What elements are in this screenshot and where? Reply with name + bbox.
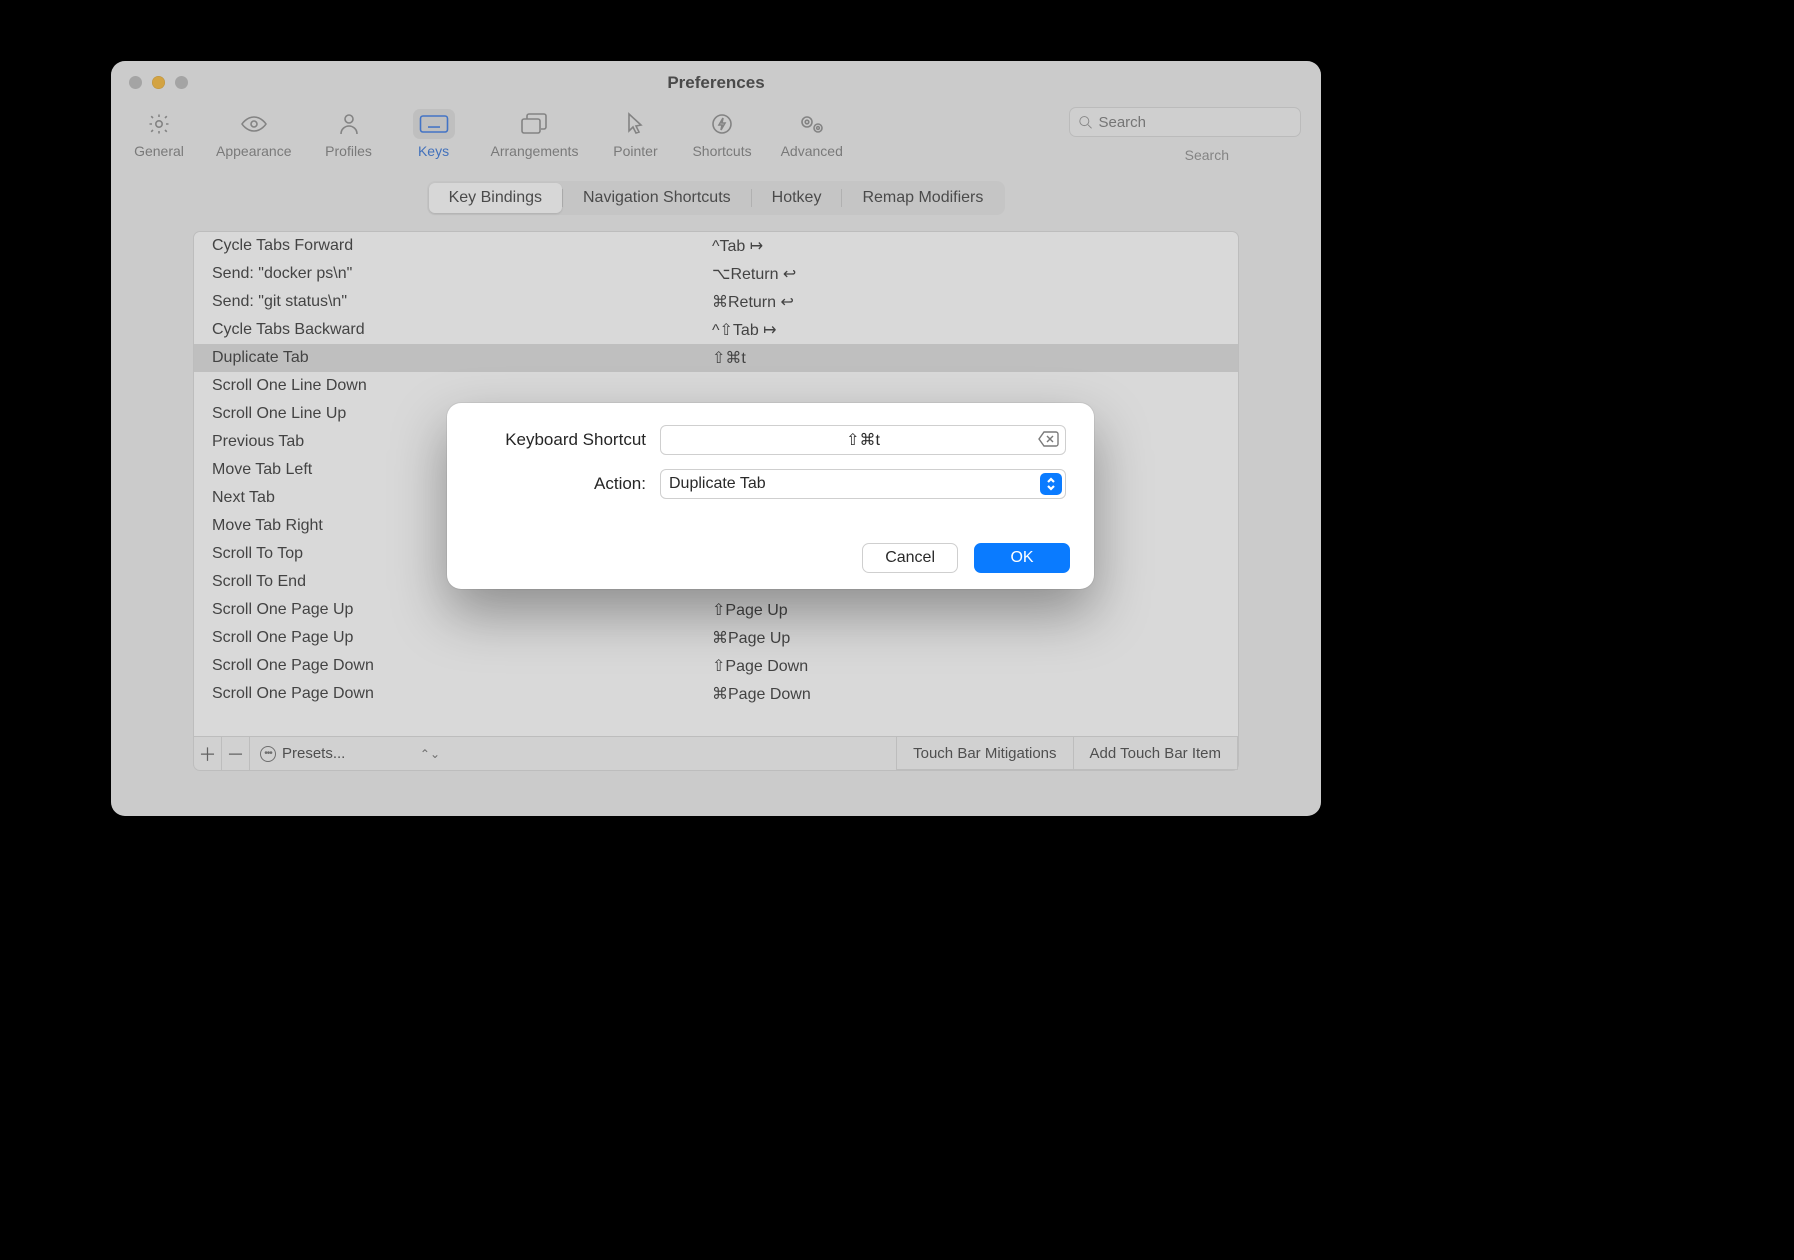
binding-action: Duplicate Tab	[212, 349, 712, 367]
search-hint: Search	[1185, 147, 1229, 163]
remove-binding-button[interactable]: －	[222, 737, 250, 770]
clear-shortcut-icon[interactable]	[1037, 430, 1059, 453]
binding-row[interactable]: Cycle Tabs Backward^⇧Tab ↦	[194, 316, 1238, 344]
binding-action: Scroll One Page Down	[212, 657, 712, 675]
close-window-button[interactable]	[129, 76, 142, 89]
titlebar: Preferences	[111, 61, 1321, 105]
binding-shortcut: ⌘Return ↩	[712, 292, 1220, 312]
binding-shortcut: ^Tab ↦	[712, 236, 1220, 256]
binding-shortcut: ⇧⌘t	[712, 348, 1220, 368]
ok-button[interactable]: OK	[974, 543, 1070, 573]
action-select[interactable]: Duplicate Tab	[660, 469, 1066, 499]
binding-action: Cycle Tabs Forward	[212, 237, 712, 255]
binding-action: Scroll One Page Up	[212, 629, 712, 647]
subtab-key-bindings[interactable]: Key Bindings	[429, 183, 562, 213]
eye-icon	[233, 109, 275, 139]
tab-advanced[interactable]: Advanced	[781, 109, 843, 159]
person-icon	[328, 109, 370, 139]
binding-row[interactable]: Scroll One Page Down⇧Page Down	[194, 652, 1238, 680]
binding-action: Send: "docker ps\n"	[212, 265, 712, 283]
shortcut-field[interactable]: ⇧⌘t	[660, 425, 1066, 455]
touch-bar-mitigations-button[interactable]: Touch Bar Mitigations	[896, 736, 1073, 770]
traffic-lights	[129, 76, 188, 89]
binding-action: Cycle Tabs Backward	[212, 321, 712, 339]
zoom-window-button[interactable]	[175, 76, 188, 89]
gear-icon	[138, 109, 180, 139]
tab-appearance[interactable]: Appearance	[216, 109, 292, 159]
chevron-up-down-icon: ⌃⌄	[420, 747, 440, 761]
ellipsis-icon: •••	[260, 746, 276, 762]
bolt-icon	[701, 109, 743, 139]
presets-dropdown[interactable]: ••• Presets... ⌃⌄	[250, 737, 450, 770]
binding-row[interactable]: Duplicate Tab⇧⌘t	[194, 344, 1238, 372]
add-binding-button[interactable]: ＋	[194, 737, 222, 770]
cancel-button[interactable]: Cancel	[862, 543, 958, 573]
binding-row[interactable]: Send: "docker ps\n"⌥Return ↩	[194, 260, 1238, 288]
binding-shortcut: ⌘Page Down	[712, 684, 1220, 704]
binding-action: Scroll One Line Down	[212, 377, 712, 395]
binding-shortcut: ⌘Page Up	[712, 628, 1220, 648]
binding-action: Scroll One Page Down	[212, 685, 712, 703]
tab-pointer[interactable]: Pointer	[607, 109, 663, 159]
subtab-remap-modifiers[interactable]: Remap Modifiers	[842, 183, 1003, 213]
binding-shortcut: ⌥Return ↩	[712, 264, 1220, 284]
keys-subtabs: Key Bindings Navigation Shortcuts Hotkey…	[111, 181, 1321, 215]
tab-shortcuts[interactable]: Shortcuts	[692, 109, 751, 159]
minimize-window-button[interactable]	[152, 76, 165, 89]
window-title: Preferences	[111, 61, 1321, 93]
preferences-window: Preferences General Appearance Profile	[111, 61, 1321, 816]
tab-arrangements[interactable]: Arrangements	[491, 109, 579, 159]
binding-shortcut: ^⇧Tab ↦	[712, 320, 1220, 340]
subtab-hotkey[interactable]: Hotkey	[752, 183, 842, 213]
search-input[interactable]	[1098, 114, 1292, 131]
list-footer: ＋ － ••• Presets... ⌃⌄ Touch Bar Mitigati…	[193, 737, 1239, 771]
tab-profiles[interactable]: Profiles	[321, 109, 377, 159]
tab-keys[interactable]: Keys	[406, 109, 462, 159]
gears-icon	[791, 109, 833, 139]
preferences-toolbar: General Appearance Profiles Keys	[111, 105, 1321, 169]
binding-action: Send: "git status\n"	[212, 293, 712, 311]
search-icon	[1078, 114, 1092, 130]
binding-shortcut: ⇧Page Down	[712, 656, 1220, 676]
add-touch-bar-item-button[interactable]: Add Touch Bar Item	[1074, 736, 1238, 770]
binding-row[interactable]: Send: "git status\n"⌘Return ↩	[194, 288, 1238, 316]
tab-general[interactable]: General	[131, 109, 187, 159]
chevron-up-down-icon	[1040, 473, 1062, 495]
shortcut-label: Keyboard Shortcut	[475, 430, 660, 450]
subtab-navigation-shortcuts[interactable]: Navigation Shortcuts	[563, 183, 751, 213]
binding-shortcut: ⇧Page Up	[712, 600, 1220, 620]
binding-row[interactable]: Scroll One Page Down⌘Page Down	[194, 680, 1238, 708]
binding-row[interactable]: Cycle Tabs Forward^Tab ↦	[194, 232, 1238, 260]
windows-icon	[513, 109, 555, 139]
binding-row[interactable]: Scroll One Page Up⇧Page Up	[194, 596, 1238, 624]
binding-row[interactable]: Scroll One Page Up⌘Page Up	[194, 624, 1238, 652]
edit-binding-sheet: Keyboard Shortcut ⇧⌘t Action: Duplicate …	[447, 403, 1094, 589]
pointer-icon	[614, 109, 656, 139]
keyboard-icon	[413, 109, 455, 139]
binding-action: Scroll One Page Up	[212, 601, 712, 619]
action-label: Action:	[475, 474, 660, 494]
toolbar-search[interactable]	[1069, 107, 1301, 137]
binding-row[interactable]: Scroll One Line Down	[194, 372, 1238, 400]
